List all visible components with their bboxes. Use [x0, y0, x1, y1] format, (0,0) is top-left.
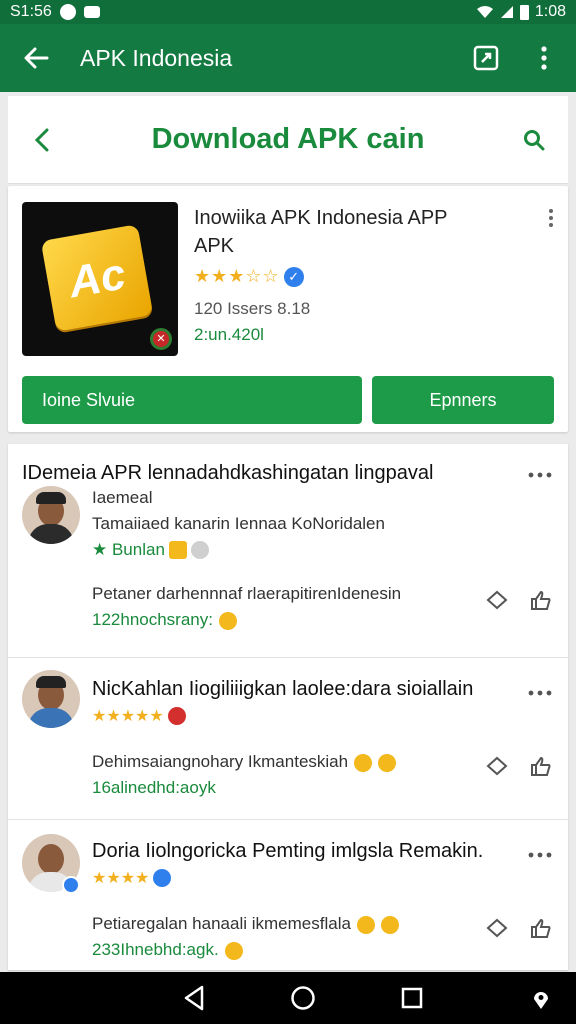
reviewer-name: Iaemeal [92, 488, 153, 507]
search-title: Download APK cain [151, 123, 425, 155]
reply-icon[interactable] [486, 590, 508, 610]
review-title: NicKahlan Iiogiliiigkan laolee:dara sioi… [92, 678, 474, 700]
review-title: IDemeia APR lennadahdkashingatan lingpav… [22, 462, 434, 484]
battery-icon [519, 4, 529, 20]
avatar[interactable] [22, 486, 80, 544]
open-button[interactable]: Epnners [372, 376, 554, 424]
app-meta: 120 Issers 8.18 [194, 299, 311, 318]
app-name-line2: APK [194, 235, 235, 257]
system-nav-bar [0, 972, 576, 1024]
app-rating-stars: ★★★☆☆ [194, 266, 280, 286]
app-icon: Ac ✕ [22, 202, 178, 356]
nav-recents-icon[interactable] [401, 987, 423, 1009]
reply-icon[interactable] [486, 918, 508, 938]
review-body-text: Dehimsaiangnohary Ikmanteskiah [92, 752, 349, 771]
review-stars: ★★★★ [92, 870, 150, 887]
app-logo-glyph: Ac [65, 249, 130, 308]
install-button[interactable]: Ioine Slvuie [22, 376, 362, 424]
overflow-menu-button[interactable] [526, 40, 562, 76]
thumbs-up-icon[interactable] [530, 918, 552, 938]
app-name: Inowiika APK Indonesia APP [194, 207, 448, 229]
review-body: Petiaregalan hanaali ikmemesflala [92, 914, 399, 934]
app-meta-green: 2:un.420l [194, 325, 264, 344]
emoji-icon [354, 753, 373, 772]
review-footer: 16alinedhd:aoyk [92, 778, 216, 797]
app-card: Ac ✕ Inowiika APK Indonesia APP APK ★★★☆… [8, 186, 568, 432]
review-rating-label: ★ Bunlan [92, 540, 165, 559]
arrow-left-icon [24, 47, 49, 69]
avatar-cap [36, 492, 66, 504]
app-badge-icon: ✕ [150, 328, 172, 350]
review-body: Dehimsaiangnohary Ikmanteskiah [92, 752, 397, 772]
badge-icon [153, 869, 172, 887]
review-stars: ★★★★★ [92, 708, 164, 725]
wifi-icon [476, 6, 493, 18]
review-more-button[interactable] [528, 676, 552, 702]
more-horiz-icon [528, 472, 552, 478]
emoji-icon [378, 753, 397, 772]
status-clock: 1:08 [534, 3, 566, 20]
verified-icon: ✓ [283, 266, 304, 287]
app-bar-title: APK Indonesia [80, 44, 233, 71]
emoji-icon [380, 915, 399, 934]
search-icon [524, 129, 545, 150]
more-vert-icon [541, 46, 547, 70]
badge-icon [167, 707, 186, 725]
status-time: S1:56 [10, 3, 52, 20]
message-icon [83, 6, 100, 18]
avatar[interactable] [22, 670, 80, 728]
app-more-button[interactable] [548, 208, 554, 228]
avatar-body [28, 708, 74, 728]
reply-icon[interactable] [486, 756, 508, 776]
notification-icon [59, 4, 76, 20]
emoji-icon [190, 541, 209, 559]
app-bar: APK Indonesia [0, 24, 576, 92]
back-button[interactable] [14, 36, 58, 80]
emoji-icon [356, 915, 375, 934]
review-subtitle: Tamaiiaed kanarin Iennaa KoNoridalen [92, 514, 385, 533]
review-body-text: Petiaregalan hanaali ikmemesflala [92, 914, 351, 933]
review-more-button[interactable] [528, 838, 552, 864]
more-horiz-icon [528, 852, 552, 858]
share-icon [473, 45, 499, 71]
search-back-button[interactable] [24, 122, 60, 158]
nav-back-icon[interactable] [183, 985, 205, 1011]
avatar-head [38, 844, 64, 874]
review-footer-text: 122hnochsrany: [92, 610, 213, 629]
app-logo-tile: Ac [40, 224, 154, 332]
reviews-list: IDemeia APR lennadahdkashingatan lingpav… [8, 444, 568, 970]
emoji-icon [224, 941, 243, 960]
search-button[interactable] [516, 122, 552, 158]
review-rating: ★★★★ [92, 868, 172, 888]
avatar-body [28, 524, 74, 544]
review-item: IDemeia APR lennadahdkashingatan lingpav… [8, 444, 568, 658]
thumbs-up-icon[interactable] [530, 756, 552, 776]
emoji-icon [168, 541, 187, 559]
avatar-cap [36, 676, 66, 688]
status-bar: S1:56 1:08 [0, 0, 576, 24]
more-horiz-icon [528, 690, 552, 696]
location-pin-icon[interactable] [532, 990, 550, 1010]
review-footer-text: 233Ihnebhd:agk. [92, 940, 219, 959]
signal-icon [500, 6, 513, 18]
thumbs-up-icon[interactable] [530, 590, 552, 610]
review-rating: ★★★★★ [92, 706, 186, 726]
review-more-button[interactable] [528, 458, 552, 484]
chevron-left-icon [34, 128, 49, 151]
emoji-icon [218, 611, 237, 630]
review-item: Doria Iiolngoricka Pemting imlgsla Remak… [8, 820, 568, 970]
review-item: NicKahlan Iiogiliiigkan laolee:dara sioi… [8, 658, 568, 820]
search-header: Download APK cain [8, 96, 568, 184]
nav-home-icon[interactable] [290, 985, 316, 1011]
review-title: Doria Iiolngoricka Pemting imlgsla Remak… [92, 840, 484, 862]
share-button[interactable] [468, 40, 504, 76]
review-body: Petaner darhennnaf rlaerapitirenIdenesin [92, 584, 402, 603]
verified-badge-icon [62, 876, 80, 894]
review-footer: 233Ihnebhd:agk. [92, 940, 243, 960]
more-vert-icon [549, 209, 553, 227]
review-footer: 122hnochsrany: [92, 610, 237, 630]
review-rating: ★ Bunlan [92, 540, 209, 560]
